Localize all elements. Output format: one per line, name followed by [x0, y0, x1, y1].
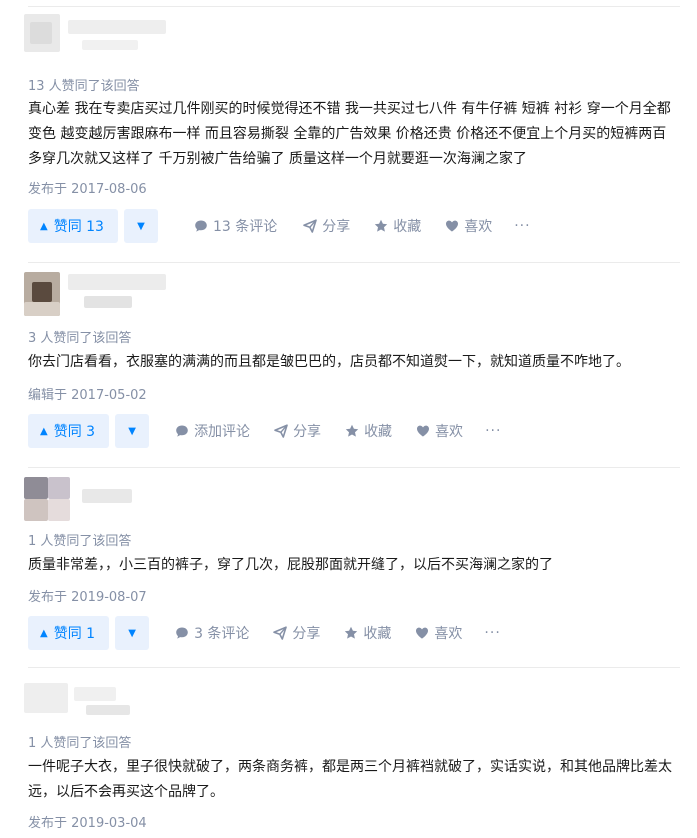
answer-content: 一件呢子大衣，里子很快就破了，两条商务裤，都是两三个月裤裆就破了，实话实说，和其…: [28, 759, 672, 800]
comment-button[interactable]: 3 条评论: [175, 623, 249, 643]
author-info-blurred: [24, 477, 174, 523]
paper-plane-icon: [303, 219, 318, 233]
paper-plane-icon: [273, 626, 288, 640]
vote-count-text: 13 人赞同了该回答: [28, 79, 140, 94]
upvote-button[interactable]: ▲ 赞同 13: [28, 209, 118, 243]
triangle-up-icon: ▲: [40, 220, 48, 232]
triangle-up-icon: ▲: [40, 627, 48, 639]
answer-item: 13 人赞同了该回答 真心差 我在专卖店买过几件刚买的时候觉得还不错 我一共买过…: [0, 0, 697, 262]
share-label: 分享: [322, 219, 351, 235]
comment-bubble-icon: [194, 219, 208, 233]
paper-plane-icon: [274, 424, 288, 438]
upvote-label: 赞同 3: [53, 424, 96, 440]
share-button[interactable]: 分享: [303, 216, 350, 236]
action-bar: ▲ 赞同 13 ▼ 13 条评论 分享 收藏 喜欢 ···: [28, 209, 531, 243]
heart-icon: [416, 424, 430, 438]
upvote-button[interactable]: ▲ 赞同 1: [28, 616, 110, 650]
share-button[interactable]: 分享: [273, 623, 320, 643]
author-info-blurred: [24, 14, 174, 62]
like-label: 喜欢: [464, 219, 493, 235]
answer-content: 真心差 我在专卖店买过几件刚买的时候觉得还不错 我一共买过七八件 有牛仔裤 短裤…: [28, 101, 671, 167]
share-button[interactable]: 分享: [274, 421, 321, 441]
publish-date[interactable]: 发布于 2019-08-07: [28, 586, 147, 605]
collect-label: 收藏: [393, 219, 422, 235]
upvote-button[interactable]: ▲ 赞同 3: [28, 414, 110, 448]
comment-label: 13 条评论: [212, 219, 278, 235]
star-icon: [345, 424, 359, 438]
comment-label: 3 条评论: [194, 626, 250, 642]
heart-icon: [445, 219, 459, 233]
downvote-button[interactable]: ▼: [115, 616, 150, 650]
like-button[interactable]: 喜欢: [445, 216, 492, 236]
more-options-button[interactable]: ···: [485, 423, 501, 439]
collect-button[interactable]: 收藏: [344, 623, 391, 643]
like-label: 喜欢: [434, 626, 463, 642]
publish-date[interactable]: 发布于 2019-03-04: [28, 812, 147, 831]
more-options-button[interactable]: ···: [484, 625, 500, 641]
collect-label: 收藏: [363, 626, 392, 642]
triangle-down-icon: ▼: [137, 220, 145, 232]
vote-count-text: 3 人赞同了该回答: [28, 331, 132, 346]
author-info-blurred: [24, 272, 174, 318]
answer-item: 3 人赞同了该回答 你去门店看看，衣服塞的满满的而且都是皱巴巴的，店员都不知道熨…: [0, 262, 697, 467]
triangle-up-icon: ▲: [40, 425, 48, 437]
heart-icon: [415, 626, 429, 640]
more-options-button[interactable]: ···: [514, 218, 530, 234]
like-button[interactable]: 喜欢: [415, 623, 462, 643]
answer-content: 你去门店看看，衣服塞的满满的而且都是皱巴巴的，店员都不知道熨一下，就知道质量不咋…: [28, 354, 630, 370]
upvote-label: 赞同 13: [53, 219, 104, 235]
triangle-down-icon: ▼: [128, 425, 136, 437]
answer-content: 质量非常差，，小三百的裤子，穿了几次，屁股那面就开缝了，以后不买海澜之家的了: [28, 557, 553, 573]
share-label: 分享: [292, 626, 321, 642]
triangle-down-icon: ▼: [128, 627, 136, 639]
comment-label: 添加评论: [194, 424, 251, 440]
vote-count-text: 1 人赞同了该回答: [28, 534, 132, 549]
comment-bubble-icon: [175, 424, 189, 438]
collect-button[interactable]: 收藏: [374, 216, 421, 236]
downvote-button[interactable]: ▼: [115, 414, 150, 448]
comment-button[interactable]: 13 条评论: [194, 216, 277, 236]
answer-item: 1 人赞同了该回答 质量非常差，，小三百的裤子，穿了几次，屁股那面就开缝了，以后…: [0, 467, 697, 667]
answer-item: 1 人赞同了该回答 一件呢子大衣，里子很快就破了，两条商务裤，都是两三个月裤裆就…: [0, 667, 697, 838]
downvote-button[interactable]: ▼: [123, 209, 158, 243]
star-icon: [374, 219, 388, 233]
collect-button[interactable]: 收藏: [345, 421, 392, 441]
edit-date[interactable]: 编辑于 2017-05-02: [28, 384, 147, 403]
action-bar: ▲ 赞同 1 ▼ 3 条评论 分享 收藏 喜欢 ···: [28, 616, 501, 650]
author-info-blurred: [24, 681, 174, 721]
star-icon: [344, 626, 358, 640]
share-label: 分享: [293, 424, 322, 440]
collect-label: 收藏: [364, 424, 393, 440]
comment-button[interactable]: 添加评论: [175, 421, 250, 441]
like-label: 喜欢: [435, 424, 464, 440]
upvote-label: 赞同 1: [53, 626, 96, 642]
action-bar: ▲ 赞同 3 ▼ 添加评论 分享 收藏 喜欢 ···: [28, 414, 501, 448]
comment-bubble-icon: [175, 626, 189, 640]
vote-count-text: 1 人赞同了该回答: [28, 736, 132, 751]
publish-date[interactable]: 发布于 2017-08-06: [28, 178, 147, 197]
like-button[interactable]: 喜欢: [416, 421, 463, 441]
